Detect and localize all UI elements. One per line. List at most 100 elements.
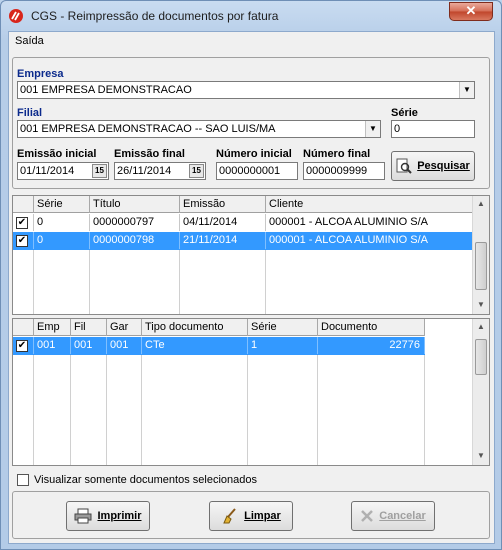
window-client: Saída Empresa 001 EMPRESA DEMONSTRACAO ▼… — [8, 31, 495, 544]
app-window: CGS - Reimpressão de documentos por fatu… — [0, 0, 502, 550]
numero-inicial-value: 0000000001 — [219, 165, 281, 177]
numero-final-input[interactable]: 0000009999 — [303, 162, 385, 180]
numero-inicial-label: Número inicial — [216, 148, 292, 160]
cell-gar: 001 — [107, 337, 142, 354]
row-check-cell[interactable]: ✔ — [13, 232, 34, 249]
filial-select[interactable]: 001 EMPRESA DEMONSTRACAO -- SAO LUIS/MA … — [17, 120, 381, 138]
col-emissao[interactable]: Emissão — [180, 196, 266, 213]
emissao-inicial-input[interactable]: 01/11/2014 15 — [17, 162, 109, 180]
documents-grid[interactable]: Emp Fil Gar Tipo documento Série Documen… — [12, 318, 490, 466]
pesquisar-label: Pesquisar — [417, 160, 470, 172]
column-divider — [141, 355, 142, 465]
numero-final-value: 0000009999 — [306, 165, 368, 177]
cell-fil: 001 — [71, 337, 107, 354]
serie-input[interactable]: 0 — [391, 120, 475, 138]
app-logo-icon — [9, 9, 23, 23]
only-selected-checkbox[interactable] — [17, 474, 29, 486]
menu-saida[interactable]: Saída — [15, 35, 44, 47]
cell-documento: 22776 — [318, 337, 425, 354]
row-check-cell[interactable]: ✔ — [13, 214, 34, 231]
column-divider — [424, 355, 425, 465]
numero-inicial-input[interactable]: 0000000001 — [216, 162, 298, 180]
col-serie[interactable]: Série — [248, 319, 318, 336]
emissao-final-input[interactable]: 26/11/2014 15 — [114, 162, 206, 180]
column-divider — [33, 355, 34, 465]
cell-emp: 001 — [34, 337, 71, 354]
cancelar-button[interactable]: Cancelar — [351, 501, 435, 531]
scroll-down-icon[interactable]: ▼ — [473, 448, 489, 464]
calendar-icon[interactable]: 15 — [92, 164, 107, 178]
limpar-label: Limpar — [244, 510, 281, 522]
checkbox[interactable]: ✔ — [16, 235, 28, 247]
emissao-inicial-value: 01/11/2014 — [20, 165, 75, 177]
documents-header: Emp Fil Gar Tipo documento Série Documen… — [13, 319, 425, 336]
col-cliente[interactable]: Cliente — [266, 196, 473, 213]
documents-scrollbar[interactable]: ▲ ▼ — [472, 319, 489, 465]
col-serie[interactable]: Série — [34, 196, 90, 213]
col-emp[interactable]: Emp — [34, 319, 71, 336]
actions-panel: Imprimir Limpar Cancelar — [12, 491, 490, 539]
column-divider — [33, 250, 34, 314]
serie-value: 0 — [394, 123, 401, 135]
imprimir-label: Imprimir — [97, 510, 142, 522]
calendar-icon[interactable]: 15 — [189, 164, 204, 178]
cancel-icon — [361, 510, 374, 522]
cell-cliente: 000001 - ALCOA ALUMINIO S/A — [266, 214, 473, 231]
pesquisar-button[interactable]: Pesquisar — [391, 151, 475, 181]
close-icon: ✕ — [465, 3, 477, 18]
column-divider — [70, 355, 71, 465]
emissao-inicial-label: Emissão inicial — [17, 148, 97, 160]
row-check-cell[interactable]: ✔ — [13, 337, 34, 354]
scroll-up-icon[interactable]: ▲ — [473, 319, 489, 335]
empresa-label: Empresa — [17, 68, 64, 80]
checkbox[interactable]: ✔ — [16, 217, 28, 229]
table-row[interactable]: ✔ 0 0000000797 04/11/2014 000001 - ALCOA… — [13, 214, 473, 232]
window-title: CGS - Reimpressão de documentos por fatu… — [31, 9, 279, 23]
limpar-button[interactable]: Limpar — [209, 501, 293, 531]
chevron-down-icon[interactable]: ▼ — [459, 82, 474, 98]
search-icon — [396, 158, 412, 174]
filter-panel: Empresa 001 EMPRESA DEMONSTRACAO ▼ Filia… — [12, 57, 490, 189]
table-row-selected[interactable]: ✔ 001 001 001 CTe 1 22776 — [13, 337, 425, 355]
column-divider — [106, 355, 107, 465]
cell-serie: 0 — [34, 214, 90, 231]
scroll-down-icon[interactable]: ▼ — [473, 297, 489, 313]
emissao-final-label: Emissão final — [114, 148, 185, 160]
scroll-up-icon[interactable]: ▲ — [473, 196, 489, 212]
column-divider — [247, 355, 248, 465]
cell-tipo: CTe — [142, 337, 248, 354]
chevron-down-icon[interactable]: ▼ — [365, 121, 380, 137]
col-documento[interactable]: Documento — [318, 319, 425, 336]
title-bar: CGS - Reimpressão de documentos por fatu… — [1, 1, 501, 31]
broom-icon — [223, 508, 236, 524]
column-divider — [317, 355, 318, 465]
invoices-grid[interactable]: Série Título Emissão Cliente ✔ 0 0000000… — [12, 195, 490, 315]
invoices-scrollbar[interactable]: ▲ ▼ — [472, 196, 489, 314]
cell-serie: 0 — [34, 232, 90, 249]
cell-emissao: 04/11/2014 — [180, 214, 266, 231]
cell-titulo: 0000000798 — [90, 232, 180, 249]
column-divider — [179, 250, 180, 314]
table-row-selected[interactable]: ✔ 0 0000000798 21/11/2014 000001 - ALCOA… — [13, 232, 473, 250]
close-button[interactable]: ✕ — [449, 2, 493, 21]
column-divider — [89, 250, 90, 314]
empresa-value: 001 EMPRESA DEMONSTRACAO — [20, 84, 192, 96]
menu-bar: Saída — [9, 32, 494, 51]
header-check — [13, 196, 34, 213]
col-titulo[interactable]: Título — [90, 196, 180, 213]
empresa-select[interactable]: 001 EMPRESA DEMONSTRACAO ▼ — [17, 81, 475, 99]
col-gar[interactable]: Gar — [107, 319, 142, 336]
header-check — [13, 319, 34, 336]
scroll-thumb[interactable] — [475, 242, 487, 290]
imprimir-button[interactable]: Imprimir — [66, 501, 150, 531]
filial-label: Filial — [17, 107, 43, 119]
checkbox[interactable]: ✔ — [16, 340, 28, 352]
filial-value: 001 EMPRESA DEMONSTRACAO -- SAO LUIS/MA — [20, 123, 276, 135]
invoices-header: Série Título Emissão Cliente — [13, 196, 473, 213]
scroll-thumb[interactable] — [475, 339, 487, 375]
cell-titulo: 0000000797 — [90, 214, 180, 231]
only-selected-label[interactable]: Visualizar somente documentos selecionad… — [34, 474, 257, 486]
cell-serie: 1 — [248, 337, 318, 354]
col-tipo-documento[interactable]: Tipo documento — [142, 319, 248, 336]
col-fil[interactable]: Fil — [71, 319, 107, 336]
